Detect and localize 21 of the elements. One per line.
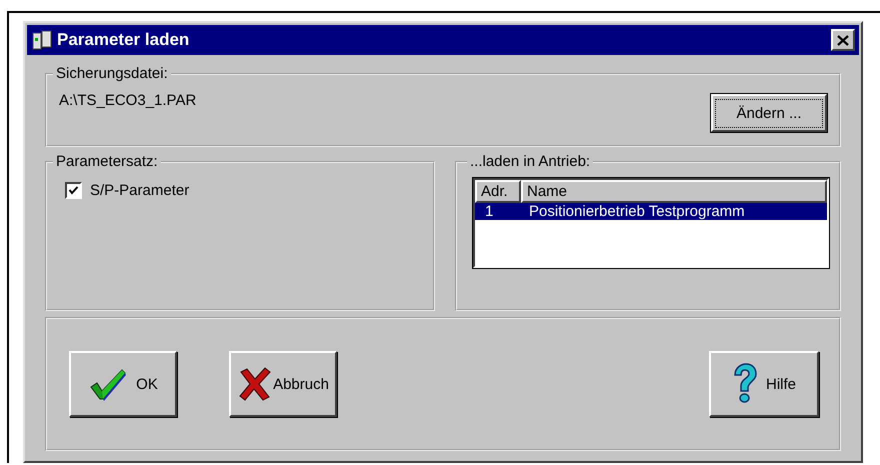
app-icon bbox=[31, 29, 53, 51]
group-label: Sicherungsdatei: bbox=[55, 65, 169, 82]
list-row[interactable]: 1 Positionierbetrieb Testprogramm bbox=[475, 203, 827, 220]
cross-icon bbox=[237, 366, 274, 402]
window-title: Parameter laden bbox=[57, 30, 190, 50]
cancel-button[interactable]: Abbruch bbox=[229, 351, 337, 417]
column-header[interactable]: Name bbox=[521, 180, 827, 203]
checkbox-label: S/P-Parameter bbox=[90, 182, 190, 199]
check-icon bbox=[88, 367, 128, 401]
column-header[interactable]: Adr. bbox=[475, 180, 521, 203]
close-icon bbox=[837, 34, 849, 46]
file-path: A:\TS_ECO3_1.PAR bbox=[59, 92, 196, 109]
checkbox[interactable] bbox=[65, 182, 82, 199]
group-label: Parametersatz: bbox=[55, 153, 159, 170]
checkmark-icon bbox=[68, 185, 79, 196]
group-label: ...laden in Antrieb: bbox=[469, 153, 592, 170]
ok-button[interactable]: OK bbox=[69, 351, 177, 417]
help-button[interactable]: Hilfe bbox=[709, 351, 819, 417]
question-mark-icon bbox=[732, 363, 758, 405]
close-button[interactable] bbox=[831, 29, 855, 51]
change-button[interactable]: Ändern ... bbox=[711, 94, 827, 132]
